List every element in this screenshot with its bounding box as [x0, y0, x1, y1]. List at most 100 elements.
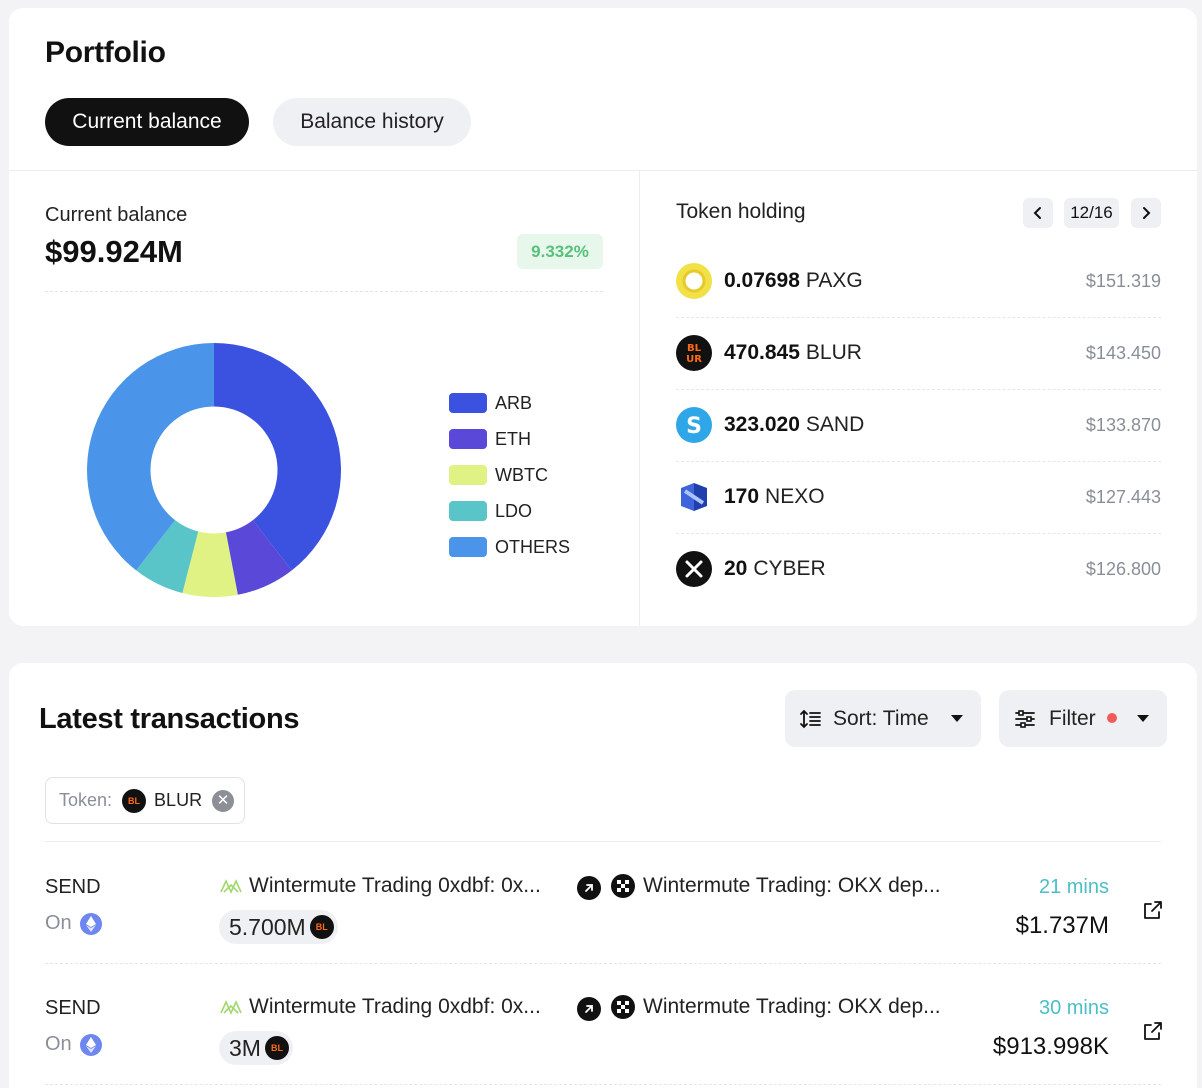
portfolio-card: Portfolio Current balance Balance histor… [9, 8, 1197, 626]
tx-to-label: Wintermute Trading: OKX dep... [643, 874, 941, 897]
pager-next-button[interactable] [1131, 198, 1161, 228]
sort-icon [800, 709, 821, 728]
filter-label: Filter [1049, 706, 1096, 730]
nexo-icon [676, 479, 712, 515]
legend-item-others: OTHERS [449, 529, 570, 565]
tx-amount-value: 5.700M [229, 913, 306, 940]
svg-text:BL: BL [687, 343, 702, 354]
blur-icon: BL [309, 915, 334, 939]
pager-count: 12/16 [1064, 198, 1119, 228]
tx-usd-value: $1.737M [1015, 912, 1109, 939]
section-divider [9, 170, 1197, 171]
transaction-row[interactable]: SEND On Wintermute Trading 0xdbf: 0x... … [45, 989, 1165, 1088]
token-amount: 470.845 [724, 341, 800, 364]
token-usd-value: $143.450 [1085, 342, 1161, 363]
token-amount: 323.020 [724, 413, 800, 436]
blur-icon: BL [122, 788, 147, 813]
filter-button[interactable]: Filter [999, 690, 1167, 747]
ethereum-icon [79, 912, 102, 935]
balance-change-badge: 9.332% [517, 234, 603, 269]
paxg-icon [676, 263, 712, 299]
caret-down-icon [1137, 715, 1149, 722]
tx-amount: 5.700M BL [219, 910, 338, 944]
ethereum-icon [79, 1033, 102, 1056]
legend-swatch [449, 537, 487, 557]
tx-to[interactable]: Wintermute Trading: OKX dep... [611, 874, 941, 898]
legend-item-wbtc: WBTC [449, 457, 570, 493]
tx-to[interactable]: Wintermute Trading: OKX dep... [611, 995, 941, 1019]
token-usd-value: $126.800 [1085, 558, 1161, 579]
legend-label: ETH [495, 428, 531, 449]
okx-icon [611, 874, 635, 898]
row-divider [45, 1084, 1161, 1085]
allocation-donut-chart [86, 343, 342, 597]
tx-from-label: Wintermute Trading 0xdbf: 0x... [249, 995, 541, 1018]
transaction-row[interactable]: SEND On Wintermute Trading 0xdbf: 0x... … [45, 868, 1165, 988]
chip-remove-icon[interactable]: ✕ [212, 789, 235, 812]
token-usd-value: $127.443 [1085, 486, 1161, 507]
sand-icon: S [676, 407, 712, 443]
token-row-paxg[interactable]: 0.07698 PAXG $151.319 [676, 245, 1161, 317]
sort-button[interactable]: Sort: Time [785, 690, 981, 747]
token-amount: 20 [724, 557, 748, 580]
sliders-icon [1015, 709, 1035, 728]
legend-item-eth: ETH [449, 421, 570, 457]
arrow-up-right-icon [577, 997, 601, 1021]
token-row-cyber[interactable]: 20 CYBER $126.800 [676, 533, 1161, 605]
wintermute-icon [220, 879, 242, 894]
token-row-nexo[interactable]: 170 NEXO $127.443 [676, 461, 1161, 533]
balance-label: Current balance [45, 204, 188, 226]
token-amount: 0.07698 [724, 269, 800, 292]
tx-on-label: On [45, 1033, 72, 1055]
tx-amount-value: 3M [229, 1034, 261, 1061]
tx-type: SEND [45, 997, 101, 1019]
blur-icon: BL UR [676, 335, 712, 371]
tx-type: SEND [45, 876, 101, 898]
external-link-icon[interactable] [1141, 898, 1165, 922]
tx-amount: 3M BL [219, 1031, 293, 1065]
legend-swatch [449, 465, 487, 485]
blur-icon: BL [264, 1036, 289, 1060]
token-holding-title: Token holding [676, 200, 806, 223]
tx-time: 21 mins [1038, 876, 1109, 898]
external-link-icon[interactable] [1141, 1019, 1165, 1043]
pager-prev-button[interactable] [1023, 198, 1053, 228]
chart-legend: ARB ETH WBTC LDO OTHERS [449, 385, 570, 565]
transactions-title: Latest transactions [39, 703, 300, 735]
tab-balance-history[interactable]: Balance history [273, 98, 471, 146]
legend-item-ldo: LDO [449, 493, 570, 529]
legend-swatch [449, 393, 487, 413]
token-amount: 170 [724, 485, 760, 508]
tab-current-balance[interactable]: Current balance [45, 98, 249, 146]
tx-from[interactable]: Wintermute Trading 0xdbf: 0x... [219, 874, 541, 898]
legend-label: ARB [495, 392, 533, 413]
token-row-blur[interactable]: BL UR 470.845 BLUR $143.450 [676, 317, 1161, 389]
chip-label: Token: [59, 790, 113, 810]
list-divider [45, 841, 1161, 842]
token-filter-chip[interactable]: Token: BL BLUR ✕ [45, 777, 245, 824]
tx-from[interactable]: Wintermute Trading 0xdbf: 0x... [219, 995, 541, 1019]
balance-value: $99.924M [45, 234, 183, 269]
filter-active-dot [1107, 713, 1117, 723]
svg-text:S: S [686, 414, 702, 439]
legend-label: OTHERS [495, 536, 571, 557]
okx-icon [611, 995, 635, 1019]
sort-label: Sort: Time [833, 706, 929, 730]
page-title: Portfolio [45, 36, 166, 69]
legend-swatch [449, 501, 487, 521]
legend-label: WBTC [495, 464, 548, 485]
caret-down-icon [951, 715, 963, 722]
column-divider [639, 171, 640, 626]
tx-chain: On [45, 912, 102, 935]
tx-to-label: Wintermute Trading: OKX dep... [643, 995, 941, 1018]
wintermute-icon [220, 1000, 242, 1015]
token-symbol: PAXG [805, 269, 863, 292]
svg-text:UR: UR [686, 354, 702, 365]
token-row-sand[interactable]: S 323.020 SAND $133.870 [676, 389, 1161, 461]
token-usd-value: $151.319 [1085, 270, 1161, 291]
token-symbol: NEXO [765, 485, 825, 508]
cyber-icon [676, 551, 712, 587]
tx-usd-value: $913.998K [992, 1033, 1109, 1060]
row-divider [45, 963, 1161, 964]
chevron-right-icon [1143, 207, 1151, 219]
